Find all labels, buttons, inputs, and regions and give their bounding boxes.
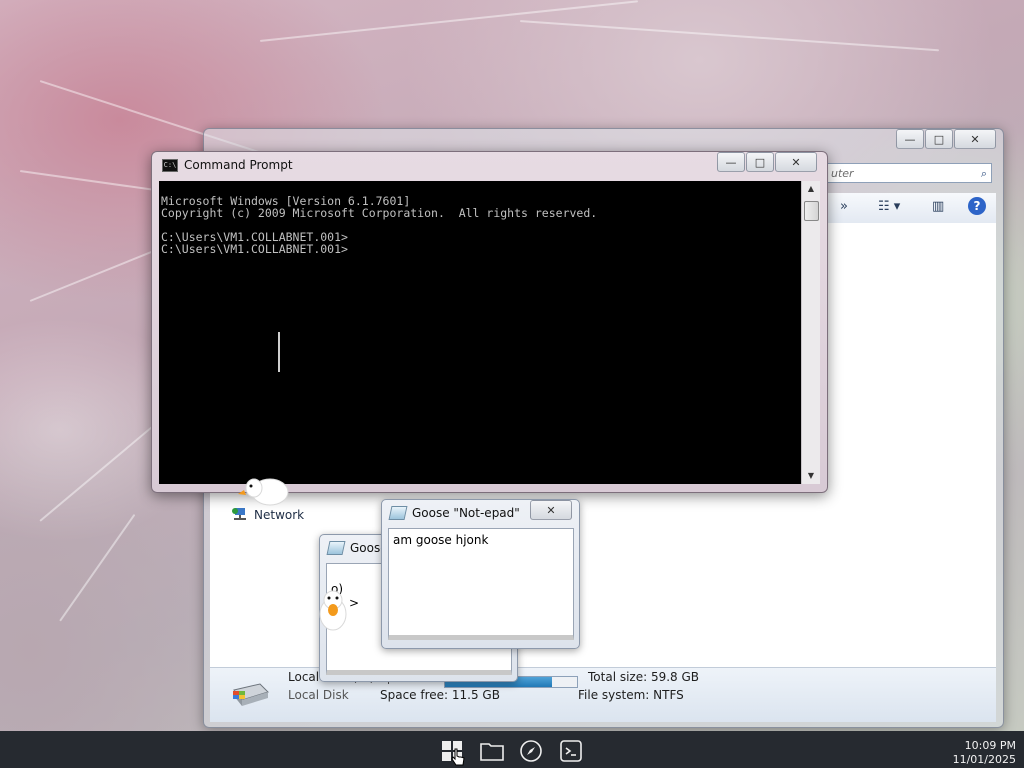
file-explorer-icon[interactable]	[480, 740, 504, 762]
help-icon[interactable]: ?	[968, 197, 986, 215]
nav-network-label: Network	[254, 508, 305, 522]
explorer-search-input[interactable]: uter ⌕	[824, 163, 992, 183]
system-clock[interactable]: 10:09 PM 11/01/2025	[953, 739, 1016, 767]
cmd-scrollbar[interactable]: ▲ ▼	[801, 181, 820, 484]
view-options-icon[interactable]: ☷ ▾	[878, 199, 900, 214]
cmd-close-button[interactable]: ✕	[775, 152, 817, 172]
hard-drive-icon	[233, 683, 269, 706]
total-size: Total size: 59.8 GB	[588, 670, 700, 684]
goose-notepad-front-content: am goose hjonk	[393, 533, 489, 547]
goose-notepad-front-text[interactable]: am goose hjonk	[388, 528, 574, 640]
text-cursor	[278, 332, 280, 372]
goose-notepad-front-title: Goose "Not-epad"	[412, 506, 520, 520]
space-free: Space free: 11.5 GB	[380, 688, 500, 702]
terminal-icon[interactable]	[559, 740, 583, 762]
search-placeholder: uter	[831, 167, 854, 180]
scroll-down-icon[interactable]: ▼	[802, 468, 820, 484]
command-prompt-window[interactable]: C:\ Command Prompt — □ ✕ Microsoft Windo…	[151, 151, 828, 493]
clock-date: 11/01/2025	[952, 753, 1016, 766]
file-system: File system: NTFS	[578, 688, 684, 702]
preview-pane-icon[interactable]: ▥	[932, 199, 944, 214]
network-icon	[232, 508, 246, 520]
goose-notepad-front-window[interactable]: Goose "Not-epad" ✕ am goose hjonk	[381, 499, 580, 649]
search-icon[interactable]: ⌕	[981, 164, 987, 184]
drive-type: Local Disk	[288, 688, 349, 702]
notepad-icon	[326, 541, 346, 555]
mouse-cursor-icon	[451, 748, 465, 766]
cmd-line: Copyright (c) 2009 Microsoft Corporation…	[161, 206, 598, 220]
browser-compass-icon[interactable]	[519, 740, 543, 762]
goose-notepad-back-title-bar: Goose	[326, 541, 388, 555]
taskbar: 10:09 PM 11/01/2025	[0, 731, 1024, 768]
goose-sprite[interactable]	[314, 586, 352, 634]
cmd-minimize-button[interactable]: —	[717, 152, 745, 172]
cmd-app-icon: C:\	[162, 158, 178, 172]
explorer-close-button[interactable]: ✕	[954, 129, 996, 149]
cmd-window-controls: — □ ✕	[717, 152, 817, 172]
more-commands-icon[interactable]: »	[840, 199, 848, 214]
explorer-minimize-button[interactable]: —	[896, 129, 924, 149]
cmd-line: C:\Users\VM1.COLLABNET.001>	[161, 242, 348, 256]
goose-notepad-close-button[interactable]: ✕	[530, 500, 572, 520]
explorer-window-controls: — □ ✕	[896, 129, 996, 149]
notepad-icon	[388, 506, 408, 520]
goose-notepad-front-title-bar: Goose "Not-epad"	[388, 506, 520, 520]
clock-time: 10:09 PM	[964, 739, 1016, 752]
nav-item-network[interactable]: Network	[232, 508, 304, 522]
scroll-thumb[interactable]	[804, 201, 819, 221]
cmd-console[interactable]: Microsoft Windows [Version 6.1.7601] Copy…	[159, 181, 801, 484]
cmd-maximize-button[interactable]: □	[746, 152, 774, 172]
goose-sprite[interactable]	[236, 468, 292, 508]
cmd-title-bar: C:\ Command Prompt	[162, 158, 293, 172]
explorer-maximize-button[interactable]: □	[925, 129, 953, 149]
cmd-title: Command Prompt	[184, 158, 293, 172]
scroll-up-icon[interactable]: ▲	[802, 181, 820, 197]
